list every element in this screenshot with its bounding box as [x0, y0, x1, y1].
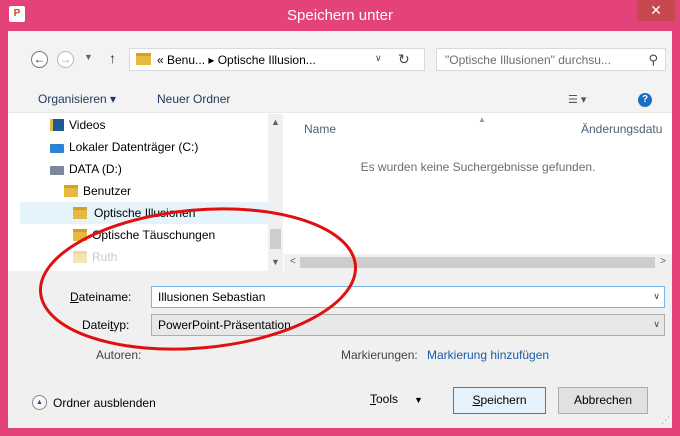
- scroll-down-icon[interactable]: ▼: [271, 257, 280, 267]
- drive-icon: [50, 166, 64, 175]
- view-options-button[interactable]: ☰ ▾: [568, 93, 586, 106]
- filename-label: Dateiname:: [70, 290, 132, 304]
- arrow-right-icon: →: [59, 52, 72, 66]
- window-title: Speichern unter: [287, 7, 393, 24]
- save-form: Dateiname: Illusionen Sebastian ∨ Dateit…: [8, 271, 672, 428]
- tree-item-optische-illusionen[interactable]: Optische Illusionen: [20, 202, 268, 224]
- video-library-icon: [50, 119, 64, 131]
- search-icon[interactable]: ⚲: [648, 52, 658, 68]
- refresh-button[interactable]: ↻: [398, 51, 410, 68]
- tree-scrollbar[interactable]: ▲ ▼: [268, 114, 283, 271]
- column-header-date[interactable]: Änderungsdatu: [581, 122, 662, 136]
- cancel-button[interactable]: Abbrechen: [558, 387, 648, 414]
- navigation-pane: Videos Lokaler Datenträger (C:) DATA (D:…: [8, 114, 283, 271]
- tree-item-label: Videos: [69, 118, 106, 132]
- tags-label: Markierungen:: [341, 348, 418, 362]
- collapse-up-icon: ▲: [32, 395, 47, 410]
- address-dropdown[interactable]: ∨: [375, 53, 382, 64]
- forward-button[interactable]: →: [57, 51, 74, 68]
- scrollbar-thumb[interactable]: [270, 229, 281, 249]
- drive-icon: [50, 144, 64, 153]
- tree-item-label: Lokaler Datenträger (C:): [69, 140, 199, 154]
- authors-field[interactable]: [151, 343, 321, 363]
- tree-item-label: DATA (D:): [69, 162, 122, 176]
- address-path[interactable]: « Benu... ▸ Optische Illusion...: [157, 53, 316, 67]
- folder-icon: [73, 229, 87, 241]
- organize-button[interactable]: Organisieren ▾: [38, 92, 116, 106]
- refresh-icon: ↻: [398, 51, 410, 67]
- tree-item-label: Optische Täuschungen: [92, 228, 216, 242]
- help-button[interactable]: ?: [638, 93, 652, 107]
- sort-ascending-icon: ▲: [478, 115, 486, 124]
- tree-item-benutzer[interactable]: Benutzer: [64, 180, 268, 202]
- column-header-name[interactable]: Name: [304, 122, 336, 136]
- help-icon: ?: [641, 94, 649, 105]
- chevron-down-icon[interactable]: ∨: [653, 291, 660, 302]
- address-row: ← → ▼ ↑ « Benu... ▸ Optische Illusion...…: [8, 31, 672, 89]
- save-button[interactable]: Speichern: [453, 387, 546, 414]
- resize-grip-icon[interactable]: ⋰: [661, 415, 670, 426]
- folder-icon: [136, 53, 151, 65]
- file-list-hscrollbar[interactable]: < >: [284, 254, 672, 271]
- dialog-body: ← → ▼ ↑ « Benu... ▸ Optische Illusion...…: [8, 31, 672, 428]
- folder-icon: [73, 251, 87, 263]
- filename-value[interactable]: Illusionen Sebastian: [158, 290, 265, 304]
- file-list: Name ▲ Änderungsdatu Es wurden keine Suc…: [284, 114, 672, 254]
- search-input[interactable]: "Optische Illusionen" durchsu... ⚲: [436, 48, 666, 71]
- tree-item-local-disk-c[interactable]: Lokaler Datenträger (C:): [50, 136, 268, 158]
- tree-item-label: Benutzer: [83, 184, 132, 198]
- filetype-value: PowerPoint-Präsentation: [158, 318, 291, 332]
- save-as-dialog: P Speichern unter ✕ ← → ▼ ↑ « Benu... ▸ …: [0, 0, 680, 436]
- chevron-down-icon[interactable]: ∨: [653, 319, 660, 330]
- filetype-label: Dateityp:: [82, 318, 130, 332]
- filetype-select[interactable]: PowerPoint-Präsentation ∨: [151, 314, 665, 336]
- arrow-up-icon: ↑: [109, 50, 116, 66]
- title-bar: P Speichern unter ✕: [0, 0, 680, 30]
- chevron-down-icon: ▼: [414, 395, 423, 405]
- address-bar[interactable]: « Benu... ▸ Optische Illusion... ∨ ↻: [129, 48, 425, 71]
- tree-item-label: Ruth: [92, 250, 118, 264]
- tree-item-optische-taeuschungen[interactable]: Optische Täuschungen: [73, 224, 268, 246]
- arrow-left-icon: ←: [33, 52, 46, 66]
- hide-folders-label: Ordner ausblenden: [53, 396, 156, 410]
- filename-field[interactable]: Illusionen Sebastian ∨: [151, 286, 665, 308]
- tree-item-videos[interactable]: Videos: [50, 114, 268, 136]
- up-button[interactable]: ↑: [109, 50, 116, 66]
- add-tag-link[interactable]: Markierung hinzufügen: [427, 348, 549, 362]
- recent-locations-button[interactable]: ▼: [84, 52, 93, 62]
- search-placeholder: "Optische Illusionen" durchsu...: [445, 53, 611, 67]
- scrollbar-thumb[interactable]: [300, 257, 655, 268]
- folder-icon: [64, 185, 78, 197]
- tools-button[interactable]: Tools ▼: [370, 392, 423, 406]
- new-folder-button[interactable]: Neuer Ordner: [157, 92, 230, 106]
- chevron-down-icon: ▼: [84, 52, 93, 62]
- tree-item-data-d[interactable]: DATA (D:): [50, 158, 268, 180]
- scroll-right-icon[interactable]: >: [660, 256, 666, 267]
- tree-item-ruth[interactable]: Ruth: [73, 246, 268, 268]
- command-bar: Organisieren ▾ Neuer Ordner ☰ ▾ ?: [8, 89, 672, 113]
- scroll-left-icon[interactable]: <: [290, 256, 296, 267]
- close-icon: ✕: [650, 2, 662, 18]
- scroll-up-icon[interactable]: ▲: [271, 117, 280, 127]
- view-icon: ☰ ▾: [568, 94, 587, 106]
- back-button[interactable]: ←: [31, 51, 48, 68]
- authors-label: Autoren:: [96, 348, 142, 362]
- folder-icon: [73, 207, 87, 219]
- empty-message: Es wurden keine Suchergebnisse gefunden.: [360, 160, 596, 174]
- close-button[interactable]: ✕: [637, 0, 675, 21]
- chevron-down-icon: ∨: [375, 53, 382, 63]
- tree-item-label: Optische Illusionen: [94, 206, 196, 220]
